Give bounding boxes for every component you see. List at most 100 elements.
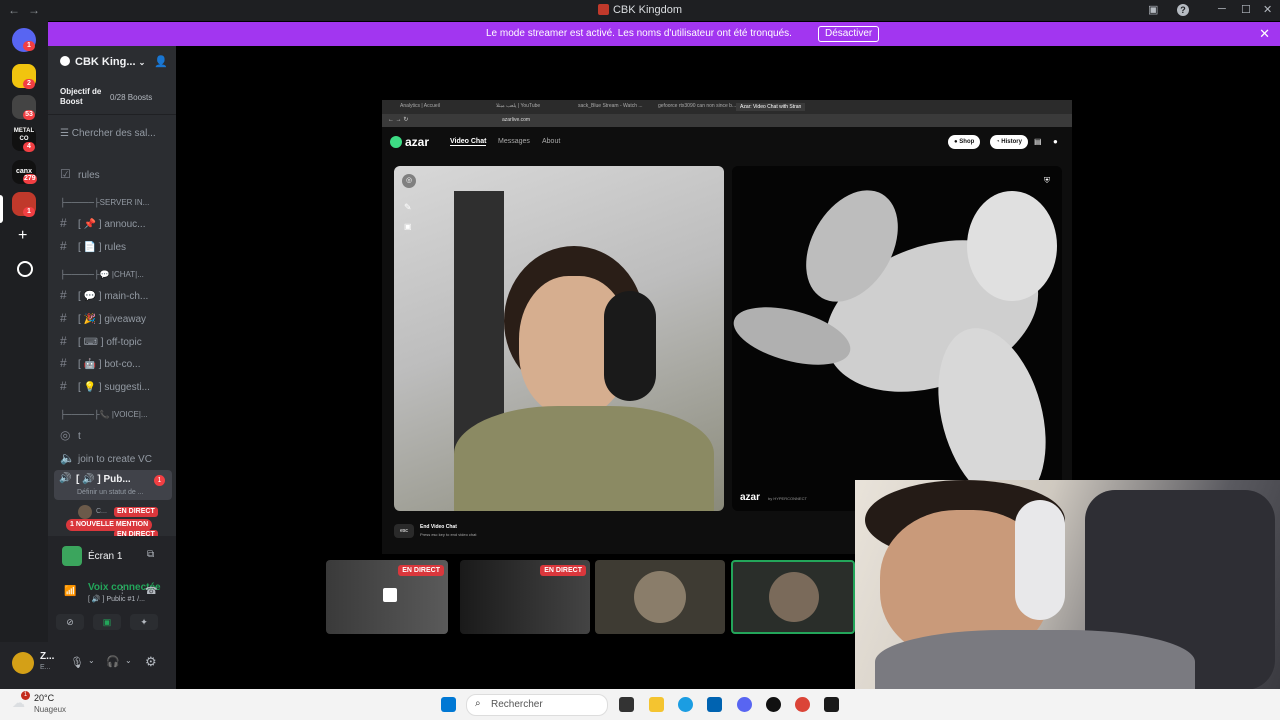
channel-rules-top[interactable]: ☑ rules (60, 167, 100, 181)
title-bar: ← → CBK Kingdom ▣ ? ─ ☐ ✕ (0, 0, 1280, 21)
browser-tab[interactable]: يلعب مبتلا | YouTube (496, 103, 540, 109)
settings-gear-icon[interactable]: ⚙ (145, 654, 157, 670)
thumbnail-stream-2[interactable]: EN DIRECT (460, 560, 590, 634)
share-screen-button[interactable]: ▣ (93, 614, 121, 630)
voice-channel-t[interactable]: ◎ t (60, 428, 81, 442)
discord-icon[interactable] (737, 697, 752, 712)
channel-badge: 1 (154, 475, 165, 486)
windows-start-icon[interactable] (441, 697, 456, 712)
profile-icon[interactable]: ● (1053, 137, 1058, 146)
hash-icon: # (60, 356, 67, 370)
camera-off-button[interactable]: ⊘ (56, 614, 84, 630)
browser-tab[interactable]: Analytics | Accueil (400, 103, 440, 109)
report-icon[interactable]: ⛨ (1044, 176, 1050, 186)
voice-channel-public[interactable]: 🔊 [ 🔊 ] Pub... 1 Définir un statut de ..… (54, 470, 172, 500)
shop-button[interactable]: ● Shop (948, 135, 981, 149)
chrome-icon[interactable] (795, 697, 810, 712)
edge-icon[interactable] (678, 697, 693, 712)
screen-title: Écran 1 (88, 551, 123, 562)
file-explorer-icon[interactable] (649, 697, 664, 712)
windows-taskbar: ☁ 1 20°C Nuageux ⌕ Rechercher (0, 689, 1280, 720)
channel-giveaway[interactable]: #[ 🎉 ] giveaway (60, 311, 146, 325)
channel-suggestions[interactable]: #[ 💡 ] suggesti... (60, 379, 150, 393)
maximize-icon[interactable]: ☐ (1241, 3, 1251, 16)
stage-icon: ◎ (60, 428, 71, 442)
channel-bot-commands[interactable]: #[ 🤖 ] bot-co... (60, 356, 140, 370)
inbox-icon[interactable]: ▣ (1148, 3, 1158, 16)
azar-logo[interactable]: azar (390, 135, 429, 149)
chevron-down-icon[interactable]: ⌄ (125, 656, 132, 665)
taskbar-search[interactable]: ⌕ Rechercher (466, 694, 608, 716)
headset-shape (1015, 500, 1065, 620)
filter-icon[interactable]: ✎ (404, 202, 412, 213)
weather-temp: 20°C (34, 693, 55, 703)
streamer-mode-banner: Le mode streamer est activé. Les noms d'… (48, 22, 1280, 46)
browse-channels[interactable]: ☰ Chercher des sal... (60, 128, 156, 139)
disconnect-icon[interactable]: ☎ (145, 586, 157, 597)
hash-icon: # (60, 239, 67, 253)
browser-tab[interactable]: gefoorce rtx3090 can non since b... (658, 103, 736, 109)
nav-messages[interactable]: Messages (498, 138, 530, 145)
headphones-icon[interactable]: 🎧 (106, 655, 120, 668)
nav-about[interactable]: About (542, 138, 560, 145)
nav-video-chat[interactable]: Video Chat (450, 138, 487, 146)
noise-suppression-icon[interactable]: ⫶ (121, 586, 124, 597)
add-server-icon[interactable]: + (18, 227, 27, 245)
screen-share-icon (62, 546, 82, 566)
disable-streamer-button[interactable]: Désactiver (818, 26, 880, 42)
remote-video-feed: azar by HYPERCONNECT ⛨ (732, 166, 1062, 511)
browser-tab-active[interactable]: Azar: Video Chat with Stran (736, 103, 806, 111)
local-video-feed: ◎ ✎ ▣ (394, 166, 724, 511)
category-voice[interactable]: ├─────├📞 |VOICE|... (60, 410, 148, 419)
task-view-icon[interactable] (619, 697, 634, 712)
hash-icon: # (60, 311, 67, 325)
microphone-icon[interactable]: 🎙 (70, 656, 84, 669)
channel-main-chat[interactable]: #[ 💬 ] main-ch... (60, 288, 148, 302)
category-chat[interactable]: ├─────├💬 |CHAT|... (60, 270, 144, 279)
hash-icon: # (60, 379, 67, 393)
azar-watermark: azar (740, 492, 761, 503)
help-icon[interactable]: ? (1177, 4, 1189, 16)
check-icon: ☑ (60, 167, 71, 181)
minimize-icon[interactable]: ─ (1218, 3, 1226, 15)
divider (48, 114, 176, 115)
voice-status[interactable]: Définir un statut de ... (77, 489, 144, 496)
browser-tab[interactable]: sack_Blue Stream - Watch ... (578, 103, 643, 109)
channel-off-topic[interactable]: #[ ⌨ ] off-topic (60, 334, 142, 348)
camera-settings-icon[interactable]: ◎ (402, 174, 416, 188)
thumbnail-stream-1[interactable]: EN DIRECT (326, 560, 448, 634)
add-member-icon[interactable]: 👤 (154, 55, 168, 68)
popout-icon[interactable]: ⧉ (147, 549, 154, 560)
thumbnail-participant-2[interactable] (731, 560, 855, 634)
weather-desc: Nuageux (34, 705, 67, 714)
app-icon[interactable] (824, 697, 839, 712)
boost-goal-value[interactable]: 0/28 Boosts (110, 93, 152, 102)
category-server[interactable]: ├─────├SERVER IN... (60, 198, 149, 207)
avatar (769, 572, 819, 622)
browser-url[interactable]: azarlive.com (502, 117, 530, 123)
chevron-down-icon[interactable]: ⌄ (88, 656, 95, 665)
obs-icon[interactable] (766, 697, 781, 712)
thumbnail-participant-1[interactable] (595, 560, 725, 634)
voice-channel-join[interactable]: 🔈 join to create VC (60, 451, 152, 465)
channel-rules[interactable]: #[ 📄 ] rules (60, 239, 126, 253)
history-button[interactable]: ◔ History (990, 135, 1028, 149)
effect-icon[interactable]: ▣ (404, 222, 412, 231)
guild-name[interactable]: CBK King... ⌄ (60, 56, 145, 68)
close-window-icon[interactable]: ✕ (1263, 3, 1272, 16)
hash-icon: # (60, 288, 67, 302)
inbox-icon[interactable]: ▤ (1034, 137, 1042, 146)
live-badge: EN DIRECT (114, 507, 158, 517)
sweater-shape (875, 630, 1195, 690)
store-icon[interactable] (707, 697, 722, 712)
server-badge: 2 (23, 79, 35, 89)
signal-icon: 📶 (64, 586, 77, 597)
close-icon[interactable]: ✕ (1259, 26, 1270, 42)
server-badge: 1 (23, 207, 35, 217)
esc-key: esc (394, 524, 414, 538)
channel-announcements[interactable]: #[ 📌 ] annouc... (60, 216, 146, 230)
explore-icon[interactable] (17, 261, 33, 277)
browser-nav-icon[interactable]: ← → ↻ (388, 116, 408, 123)
activities-button[interactable]: ✦ (130, 614, 158, 630)
avatar[interactable] (12, 652, 34, 674)
